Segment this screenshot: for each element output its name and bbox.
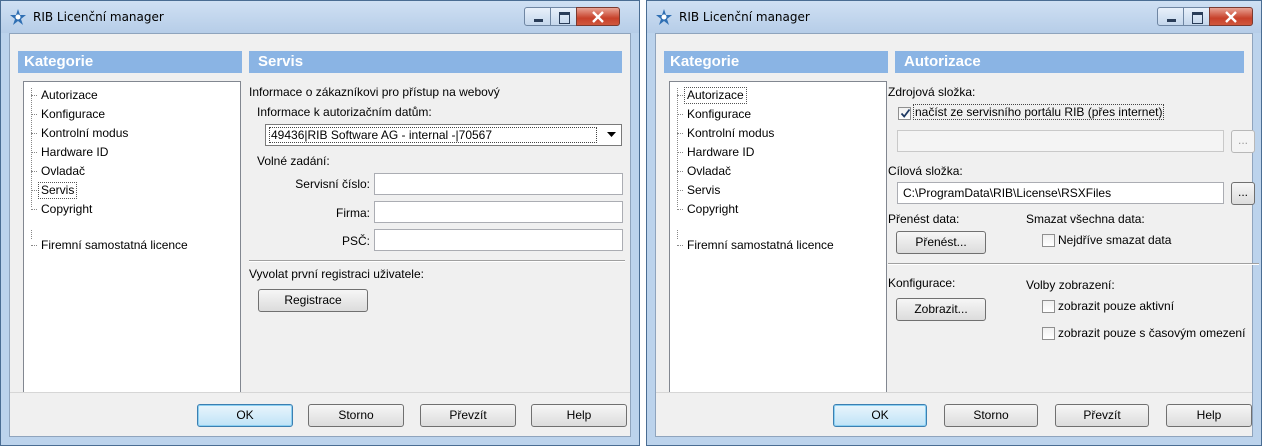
cancel-button[interactable]: Storno — [308, 404, 404, 427]
tree-item-company-license[interactable]: Firemní samostatná licence — [677, 237, 837, 254]
zip-field[interactable] — [374, 229, 623, 251]
delete-first-checkbox[interactable] — [1042, 234, 1055, 247]
tree-item-company-license[interactable]: Firemní samostatná licence — [31, 237, 191, 254]
divider — [249, 260, 625, 262]
show-active-checkbox[interactable] — [1042, 300, 1055, 313]
window-title: RIB Licenční manager — [679, 10, 810, 24]
ok-button[interactable]: OK — [833, 404, 927, 427]
auth-data-label: Informace k autorizačním datům: — [257, 105, 432, 119]
divider — [888, 263, 1259, 265]
tree-item-autorizace[interactable]: Autorizace — [31, 87, 101, 104]
chevron-down-icon — [607, 132, 616, 137]
maximize-button[interactable] — [1183, 7, 1210, 26]
tree-item-konfigurace[interactable]: Konfigurace — [676, 106, 754, 123]
minimize-button[interactable] — [1157, 7, 1184, 26]
categories-header: Kategorie — [664, 51, 888, 73]
company-field[interactable] — [374, 201, 623, 223]
close-button[interactable] — [576, 7, 620, 26]
service-number-field[interactable] — [374, 173, 623, 195]
service-number-label: Servisní číslo: — [295, 177, 370, 191]
dialog-client: Kategorie Autorizace Autorizace Konfigur… — [655, 33, 1259, 437]
show-time-limited-checkbox[interactable] — [1042, 327, 1055, 340]
customer-info-text: Informace o zákazníkovi pro přístup na w… — [249, 85, 500, 99]
cancel-button[interactable]: Storno — [944, 404, 1038, 427]
delete-all-label: Smazat všechna data: — [1026, 212, 1145, 226]
tree-item-ovladac[interactable]: Ovladač — [30, 163, 88, 180]
tree-item-servis[interactable]: Servis — [676, 182, 723, 199]
transfer-data-label: Přenést data: — [888, 212, 960, 226]
title-bar[interactable]: RIB Licenční manager — [647, 1, 1261, 33]
tree-item-autorizace[interactable]: Autorizace — [677, 87, 747, 104]
registration-button[interactable]: Registrace — [258, 289, 368, 312]
tree-item-hardware-id[interactable]: Hardware ID — [30, 144, 111, 161]
category-tree[interactable]: Autorizace Konfigurace Kontrolní modus H… — [669, 81, 887, 420]
window-controls — [524, 7, 620, 27]
window-title: RIB Licenční manager — [33, 10, 164, 24]
tree-item-kontrolni-modus[interactable]: Kontrolní modus — [676, 125, 777, 142]
company-label: Firma: — [336, 206, 370, 220]
close-icon — [592, 11, 604, 23]
category-tree[interactable]: Autorizace Konfigurace Kontrolní modus H… — [23, 81, 241, 420]
free-input-label: Volné zadání: — [257, 154, 330, 168]
target-browse-button[interactable]: ... — [1231, 182, 1255, 205]
section-header: Servis — [249, 51, 622, 73]
delete-first-label: Nejdříve smazat data — [1058, 233, 1172, 247]
ok-button[interactable]: OK — [197, 404, 293, 427]
tree-connector — [31, 230, 32, 239]
minimize-button[interactable] — [524, 7, 551, 26]
help-button[interactable]: Help — [531, 404, 627, 427]
section-header: Autorizace — [895, 51, 1244, 73]
help-button[interactable]: Help — [1166, 404, 1252, 427]
first-registration-label: Vyvolat první registraci uživatele: — [249, 267, 424, 281]
rib-app-icon — [10, 9, 26, 25]
transfer-button[interactable]: Přenést... — [896, 231, 986, 254]
target-folder-label: Cílová složka: — [888, 164, 963, 178]
show-time-limited-label: zobrazit pouze s časovým omezení — [1058, 326, 1246, 340]
tree-item-kontrolni-modus[interactable]: Kontrolní modus — [30, 125, 131, 142]
zip-label: PSČ: — [341, 234, 370, 248]
tree-connector — [677, 230, 678, 239]
source-folder-label: Zdrojová složka: — [888, 85, 976, 99]
source-path-field[interactable] — [897, 130, 1224, 152]
load-from-portal-label[interactable]: načíst ze servisního portálu RIB (přes i… — [912, 104, 1165, 120]
tree-item-ovladac[interactable]: Ovladač — [676, 163, 734, 180]
tree-item-konfigurace[interactable]: Konfigurace — [30, 106, 108, 123]
button-bar: OK Storno Převzít Help — [656, 392, 1252, 436]
close-icon — [1225, 11, 1237, 23]
source-browse-button[interactable]: ... — [1231, 130, 1255, 153]
checkmark-icon — [900, 108, 911, 118]
configuration-label: Konfigurace: — [888, 276, 956, 290]
display-options-label: Volby zobrazení: — [1026, 278, 1115, 292]
show-button[interactable]: Zobrazit... — [896, 298, 986, 321]
auth-data-value: 49436|RIB Software AG - internal -|70567 — [269, 127, 597, 143]
show-active-label: zobrazit pouze aktivní — [1058, 299, 1175, 313]
target-path-field[interactable]: C:\ProgramData\RIB\License\RSXFiles — [897, 182, 1224, 204]
close-button[interactable] — [1209, 7, 1253, 26]
rib-app-icon — [656, 9, 672, 25]
load-from-portal-checkbox[interactable] — [898, 107, 911, 120]
apply-button[interactable]: Převzít — [420, 404, 516, 427]
tree-item-copyright[interactable]: Copyright — [676, 201, 741, 218]
button-bar: OK Storno Převzít Help — [10, 392, 630, 436]
license-manager-window-servis: RIB Licenční manager Kategorie Servis Au… — [0, 0, 640, 446]
maximize-button[interactable] — [550, 7, 577, 26]
auth-data-select[interactable]: 49436|RIB Software AG - internal -|70567 — [265, 124, 622, 146]
window-controls — [1157, 7, 1253, 27]
apply-button[interactable]: Převzít — [1055, 404, 1149, 427]
title-bar[interactable]: RIB Licenční manager — [1, 1, 639, 33]
license-manager-window-autorizace: RIB Licenční manager Kategorie Autorizac… — [646, 0, 1262, 446]
categories-header: Kategorie — [18, 51, 242, 73]
tree-item-servis[interactable]: Servis — [30, 182, 78, 199]
tree-item-hardware-id[interactable]: Hardware ID — [676, 144, 757, 161]
dialog-client: Kategorie Servis Autorizace Konfigurace … — [9, 33, 631, 437]
tree-item-copyright[interactable]: Copyright — [30, 201, 95, 218]
